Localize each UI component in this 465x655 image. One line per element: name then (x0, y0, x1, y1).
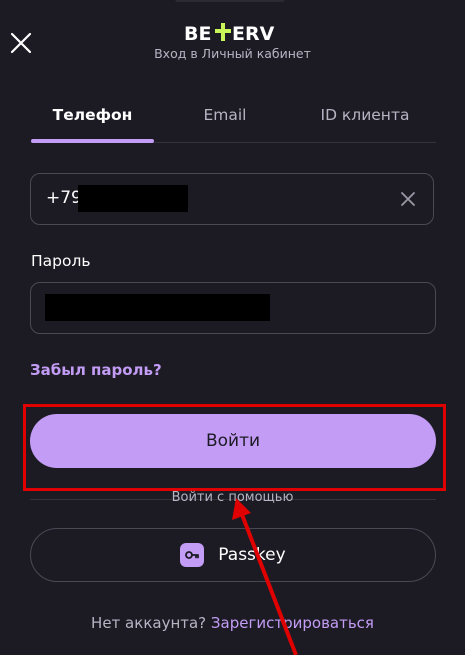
svg-text:BE: BE (184, 23, 211, 45)
phone-value: +79 (46, 188, 82, 208)
subtitle: Вход в Личный кабинет (154, 46, 311, 61)
login-method-tabs: Телефон Email ID клиента (0, 86, 465, 144)
no-account-text: Нет аккаунта? (91, 614, 207, 632)
register-link[interactable]: Зарегистрироваться (211, 614, 374, 632)
footer: Нет аккаунта? Зарегистрироваться (0, 614, 465, 632)
passkey-button[interactable]: Passkey (30, 528, 436, 582)
active-tab-indicator (31, 139, 154, 143)
annotation-highlight-box (23, 404, 446, 491)
redacted-password (45, 294, 270, 321)
passkey-label: Passkey (218, 545, 286, 565)
svg-text:ERV: ERV (232, 23, 275, 45)
header: BE ERV Вход в Личный кабинет (0, 0, 465, 80)
tab-phone[interactable]: Телефон (31, 86, 154, 144)
password-input[interactable] (30, 282, 436, 334)
tab-client-id[interactable]: ID клиента (300, 86, 430, 144)
clear-icon[interactable] (400, 191, 416, 207)
password-label: Пароль (31, 252, 91, 270)
phone-input[interactable]: +79 (30, 173, 434, 225)
divider-text: Войти с помощью (171, 490, 294, 505)
key-icon (180, 543, 205, 567)
redacted-phone-number (78, 185, 188, 212)
beterv-logo: BE ERV (184, 21, 284, 45)
tab-email[interactable]: Email (170, 86, 280, 144)
drag-handle[interactable] (175, 0, 285, 2)
forgot-password-link[interactable]: Забыл пароль? (30, 361, 162, 379)
